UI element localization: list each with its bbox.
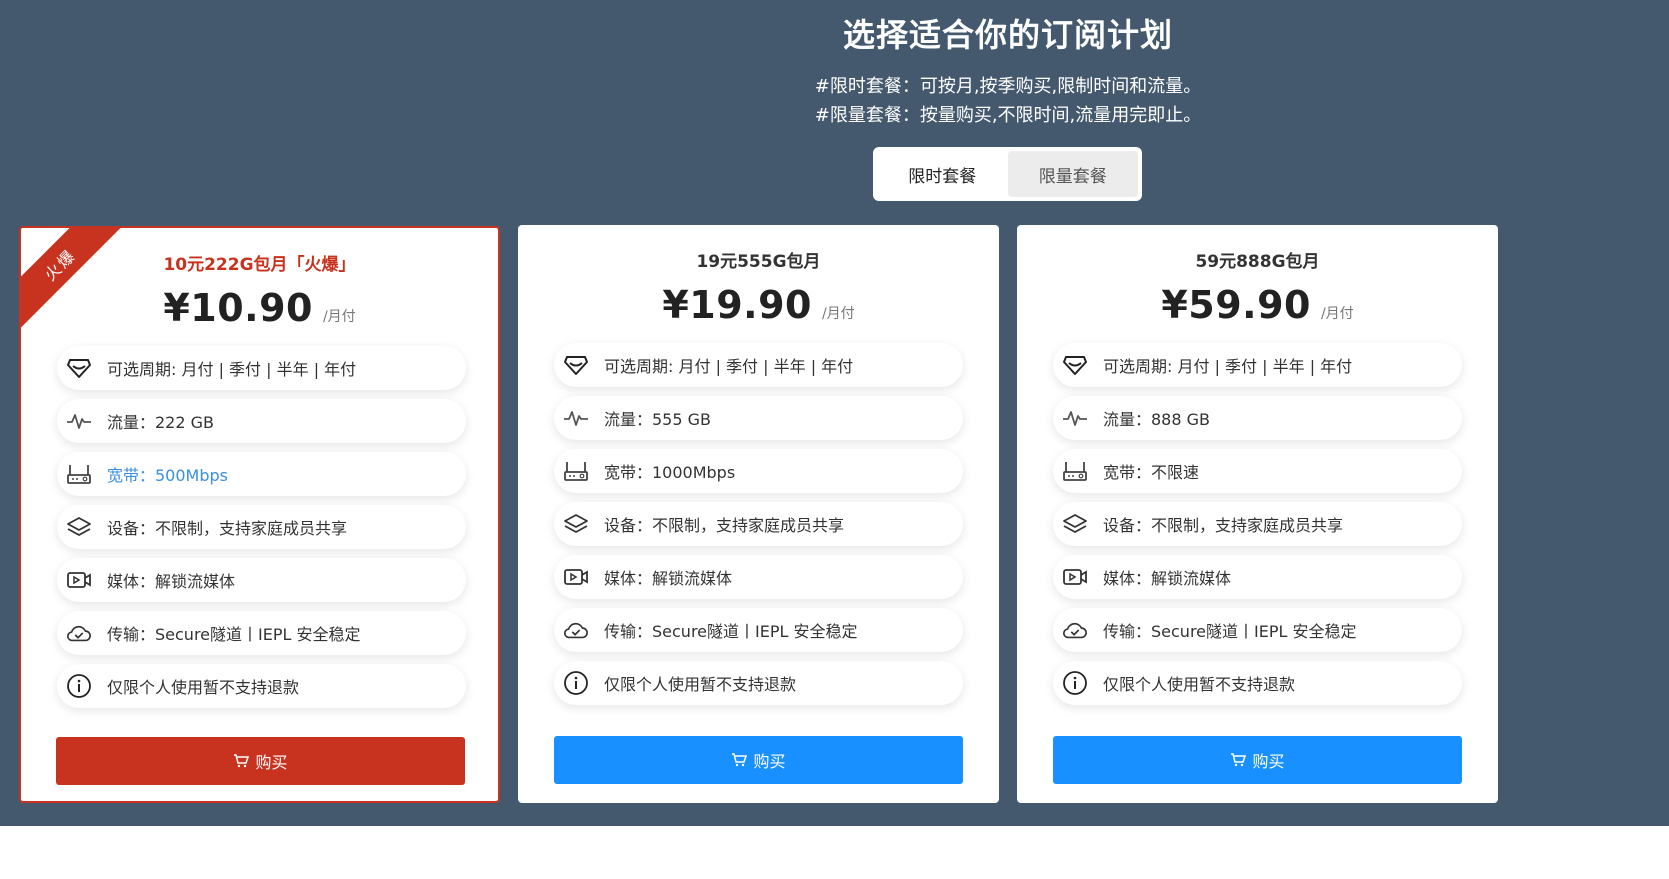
feature-cycle: 可选周期: 月付 | 季付 | 半年 | 年付 xyxy=(57,346,466,390)
feature-devices: 设备：不限制，支持家庭成员共享 xyxy=(57,505,466,549)
feature-text: 宽带：1000Mbps xyxy=(604,463,736,482)
feature-devices: 设备：不限制，支持家庭成员共享 xyxy=(554,502,963,546)
feature-transport: 传输：Secure隧道丨IEPL 安全稳定 xyxy=(57,611,466,655)
feature-list: 可选周期: 月付 | 季付 | 半年 | 年付 流量：555 GB 宽带：100… xyxy=(554,343,963,714)
buy-label: 购买 xyxy=(255,753,288,772)
feature-text: 媒体：解锁流媒体 xyxy=(604,569,733,588)
video-icon xyxy=(1062,564,1088,590)
info-icon xyxy=(66,673,92,699)
feature-bandwidth: 宽带：不限速 xyxy=(1053,449,1462,493)
buy-button[interactable]: 购买 xyxy=(56,737,465,785)
feature-list: 可选周期: 月付 | 季付 | 半年 | 年付 流量：888 GB 宽带：不限速… xyxy=(1053,343,1462,714)
plan-card-2: 19元555G包月 ¥19.90/月付 可选周期: 月付 | 季付 | 半年 |… xyxy=(518,225,999,803)
cloud-check-icon xyxy=(66,620,92,646)
pulse-icon xyxy=(563,405,589,431)
info-icon xyxy=(563,670,589,696)
diamond-icon xyxy=(1062,352,1088,378)
video-icon xyxy=(563,564,589,590)
feature-cycle: 可选周期: 月付 | 季付 | 半年 | 年付 xyxy=(554,343,963,387)
feature-bandwidth: 宽带：1000Mbps xyxy=(554,449,963,493)
router-icon xyxy=(1062,458,1088,484)
feature-text: 流量：888 GB xyxy=(1103,410,1211,429)
feature-text: 媒体：解锁流媒体 xyxy=(107,572,236,591)
cart-icon xyxy=(731,753,748,767)
plan-period: /月付 xyxy=(821,306,855,322)
plan-name: 19元555G包月 xyxy=(696,252,821,272)
buy-label: 购买 xyxy=(1252,752,1285,771)
plan-price: ¥19.90 xyxy=(662,283,812,327)
plan-type-toggle: 限时套餐 限量套餐 xyxy=(873,147,1142,201)
diamond-icon xyxy=(66,355,92,381)
feature-text: 可选周期: 月付 | 季付 | 半年 | 年付 xyxy=(604,357,854,376)
plan-period: /月付 xyxy=(322,309,356,325)
feature-cycle: 可选周期: 月付 | 季付 | 半年 | 年付 xyxy=(1053,343,1462,387)
feature-transport: 传输：Secure隧道丨IEPL 安全稳定 xyxy=(1053,608,1462,652)
tab-timed-plans[interactable]: 限时套餐 xyxy=(877,151,1008,197)
plan-name: 59元888G包月 xyxy=(1195,252,1320,272)
feature-media: 媒体：解锁流媒体 xyxy=(554,555,963,599)
price-row: ¥59.90/月付 xyxy=(1017,283,1498,327)
feature-text: 设备：不限制，支持家庭成员共享 xyxy=(107,519,348,538)
layers-icon xyxy=(1062,511,1088,537)
feature-text: 传输：Secure隧道丨IEPL 安全稳定 xyxy=(1103,622,1357,641)
feature-text: 设备：不限制，支持家庭成员共享 xyxy=(604,516,845,535)
feature-notice: 仅限个人使用暂不支持退款 xyxy=(1053,661,1462,705)
feature-text: 仅限个人使用暂不支持退款 xyxy=(604,675,797,694)
feature-text: 媒体：解锁流媒体 xyxy=(1103,569,1232,588)
diamond-icon xyxy=(563,352,589,378)
pulse-icon xyxy=(1062,405,1088,431)
feature-text: 可选周期: 月付 | 季付 | 半年 | 年付 xyxy=(1103,357,1353,376)
feature-text: 设备：不限制，支持家庭成员共享 xyxy=(1103,516,1344,535)
feature-text: 仅限个人使用暂不支持退款 xyxy=(107,678,300,697)
feature-media: 媒体：解锁流媒体 xyxy=(57,558,466,602)
plan-price: ¥10.90 xyxy=(163,286,313,330)
feature-traffic: 流量：222 GB xyxy=(57,399,466,443)
buy-label: 购买 xyxy=(753,752,786,771)
price-row: ¥10.90/月付 xyxy=(21,286,498,330)
feature-text: 可选周期: 月付 | 季付 | 半年 | 年付 xyxy=(107,360,357,379)
page-title: 选择适合你的订阅计划 xyxy=(842,16,1173,54)
cart-icon xyxy=(1230,753,1247,767)
tab-quota-plans[interactable]: 限量套餐 xyxy=(1007,151,1138,197)
feature-traffic: 流量：555 GB xyxy=(554,396,963,440)
feature-text: 仅限个人使用暂不支持退款 xyxy=(1103,675,1296,694)
feature-devices: 设备：不限制，支持家庭成员共享 xyxy=(1053,502,1462,546)
plan-period: /月付 xyxy=(1320,306,1354,322)
layers-icon xyxy=(66,514,92,540)
info-icon xyxy=(1062,670,1088,696)
price-row: ¥19.90/月付 xyxy=(518,283,999,327)
buy-button[interactable]: 购买 xyxy=(1053,736,1462,784)
plan-card-1: 火爆 10元222G包月「火爆」 ¥10.90/月付 可选周期: 月付 | 季付… xyxy=(19,226,500,803)
plan-name: 10元222G包月「火爆」 xyxy=(163,255,356,275)
router-icon xyxy=(66,461,92,487)
feature-text: 流量：222 GB xyxy=(107,413,215,432)
cloud-check-icon xyxy=(563,617,589,643)
feature-text: 传输：Secure隧道丨IEPL 安全稳定 xyxy=(107,625,361,644)
cloud-check-icon xyxy=(1062,617,1088,643)
feature-traffic: 流量：888 GB xyxy=(1053,396,1462,440)
plan-price: ¥59.90 xyxy=(1161,283,1311,327)
video-icon xyxy=(66,567,92,593)
plan-card-3: 59元888G包月 ¥59.90/月付 可选周期: 月付 | 季付 | 半年 |… xyxy=(1017,225,1498,803)
feature-notice: 仅限个人使用暂不支持退款 xyxy=(554,661,963,705)
layers-icon xyxy=(563,511,589,537)
router-icon xyxy=(563,458,589,484)
cart-icon xyxy=(233,754,250,768)
plan-description-quota: #限量套餐：按量购买,不限时间,流量用完即止。 xyxy=(814,105,1202,126)
buy-button[interactable]: 购买 xyxy=(554,736,963,784)
feature-text: 传输：Secure隧道丨IEPL 安全稳定 xyxy=(604,622,858,641)
feature-text: 流量：555 GB xyxy=(604,410,712,429)
feature-bandwidth: 宽带：500Mbps xyxy=(57,452,466,496)
feature-transport: 传输：Secure隧道丨IEPL 安全稳定 xyxy=(554,608,963,652)
feature-list: 可选周期: 月付 | 季付 | 半年 | 年付 流量：222 GB 宽带：500… xyxy=(57,346,466,717)
feature-notice: 仅限个人使用暂不支持退款 xyxy=(57,664,466,708)
feature-text: 宽带：不限速 xyxy=(1103,463,1200,482)
feature-media: 媒体：解锁流媒体 xyxy=(1053,555,1462,599)
pulse-icon xyxy=(66,408,92,434)
feature-text: 宽带：500Mbps xyxy=(107,466,228,485)
plan-description-timed: #限时套餐：可按月,按季购买,限制时间和流量。 xyxy=(814,76,1202,97)
